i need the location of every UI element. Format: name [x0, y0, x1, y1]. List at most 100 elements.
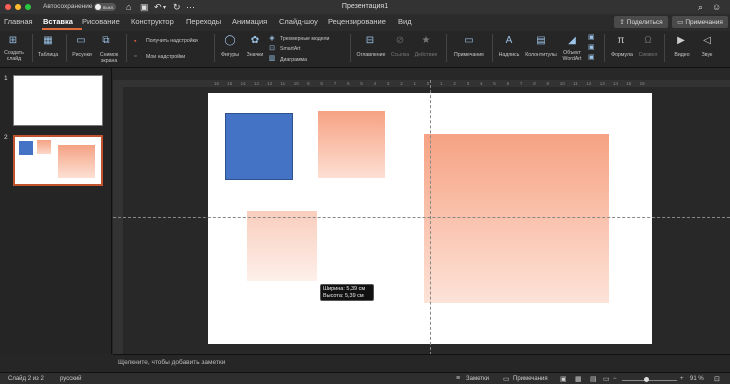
ribbon-separator	[604, 34, 605, 62]
wordart-icon[interactable]: ◢	[564, 35, 580, 47]
toc-button[interactable]: Оглавление	[355, 52, 387, 58]
pictures-button[interactable]: Рисунки	[71, 52, 93, 58]
equation-button[interactable]: Формула	[610, 52, 634, 58]
screenshot-icon[interactable]: ⧉	[98, 35, 114, 47]
ruler-tick-label: 7	[333, 81, 337, 86]
comments-button[interactable]: ▭ Примечания	[672, 16, 728, 28]
large-gradient-shape[interactable]	[424, 134, 609, 303]
notes-toggle[interactable]: Заметки	[466, 376, 489, 382]
notes-placeholder[interactable]: Щелкните, чтобы добавить заметки	[118, 359, 225, 366]
search-icon[interactable]: ⌕	[698, 2, 703, 12]
ruler-tick-label: 14	[613, 81, 619, 86]
comments-toggle[interactable]: Примечания	[513, 376, 548, 382]
comment-insert-button[interactable]: Примечание	[450, 52, 488, 58]
shapes-icon[interactable]: ◯	[222, 35, 238, 47]
language-indicator[interactable]: русский	[60, 376, 82, 382]
slide-thumbnail-2[interactable]	[13, 135, 103, 186]
ruler-tick-label: 7	[519, 81, 523, 86]
ruler-tick-label: 1	[440, 81, 443, 86]
icons-icon[interactable]: ✿	[247, 35, 263, 47]
chart-icon: ▥	[268, 55, 276, 62]
reading-view-icon[interactable]: ▤	[590, 375, 597, 383]
tab-slideshow[interactable]: Слайд-шоу	[279, 17, 318, 26]
new-slide-icon[interactable]: ⊞	[5, 35, 21, 47]
textbox-button[interactable]: Надпись	[496, 52, 522, 58]
shapes-button[interactable]: Фигуры	[219, 52, 241, 58]
horizontal-smart-guide	[113, 217, 730, 218]
ruler-tick-label: 3	[466, 81, 470, 86]
equation-icon[interactable]: π	[613, 35, 629, 47]
get-addins-button[interactable]: Получить надстройки	[146, 38, 198, 44]
tab-view[interactable]: Вид	[398, 17, 412, 26]
header-footer-button[interactable]: Колонтитулы	[524, 52, 558, 58]
chart-button[interactable]: Диаграмма	[280, 57, 307, 63]
share-button[interactable]: ⇪ Поделиться	[614, 16, 668, 28]
gradient-square-shape[interactable]	[318, 111, 385, 178]
toc-icon[interactable]: ⊟	[362, 35, 378, 47]
icons-button[interactable]: Значки	[244, 52, 266, 58]
thumb-large-gradient	[58, 145, 95, 178]
zoom-slider-thumb[interactable]	[644, 377, 649, 382]
tab-home[interactable]: Главная	[4, 17, 33, 26]
slideshow-icon[interactable]: ▭	[603, 375, 610, 383]
dragging-shape-ghost[interactable]	[247, 211, 317, 281]
share-label: Поделиться	[626, 18, 663, 26]
ruler-tick-label: 10	[559, 81, 565, 86]
title-bar: Автосохранение выкл. ⌂ ▣ ↶ ▾ ↻ ⋯ Презент…	[0, 0, 730, 14]
tab-review[interactable]: Рецензирование	[328, 17, 386, 26]
link-button[interactable]: Ссылка	[390, 52, 410, 58]
comment-insert-icon[interactable]: ▭	[461, 35, 477, 47]
video-button[interactable]: Видео	[671, 52, 693, 58]
ruler-tick-label: 13	[599, 81, 605, 86]
normal-view-icon[interactable]: ▣	[560, 375, 567, 383]
wordart-button[interactable]: Объект WordArt	[560, 50, 584, 62]
table-icon[interactable]: ▦	[40, 35, 56, 47]
zoom-in-icon[interactable]: +	[680, 376, 684, 382]
slide-number-2: 2	[4, 134, 8, 141]
tooltip-width: Ширина: 5,39 см	[323, 286, 366, 292]
smartart-button[interactable]: SmartArt	[280, 46, 300, 52]
link-icon[interactable]: ⊘	[392, 35, 408, 47]
ruler-tick-label: 11	[573, 81, 578, 86]
table-button[interactable]: Таблица	[36, 52, 60, 58]
textbox-icon[interactable]: A	[501, 35, 517, 47]
my-addins-icon: ▫	[134, 53, 137, 60]
pictures-icon[interactable]: ▭	[73, 35, 89, 47]
zoom-slider[interactable]	[622, 380, 677, 381]
thumb-blue-square	[19, 141, 33, 155]
ruler-tick-label: 15	[626, 81, 632, 86]
fit-slide-icon[interactable]: ⊡	[714, 375, 720, 383]
action-button[interactable]: Действие	[413, 52, 439, 58]
symbol-icon[interactable]: Ω	[640, 35, 656, 47]
action-icon[interactable]: ★	[418, 35, 434, 47]
screenshot-button[interactable]: Снимок экрана	[96, 52, 122, 64]
symbol-button[interactable]: Символ	[636, 52, 660, 58]
zoom-level[interactable]: 91 %	[690, 376, 704, 382]
ruler-tick-label: 4	[373, 81, 377, 86]
slide-thumbnail-1[interactable]	[13, 75, 103, 126]
ruler-tick-label: 3	[386, 81, 390, 86]
header-footer-icon[interactable]: ▤	[533, 35, 549, 47]
tab-draw[interactable]: Рисование	[82, 17, 120, 26]
audio-button[interactable]: Звук	[697, 52, 717, 58]
zoom-out-icon[interactable]: −	[613, 376, 617, 382]
tab-insert[interactable]: Вставка	[43, 17, 73, 26]
blue-square-shape[interactable]	[225, 113, 293, 180]
ruler-tick-label: 16	[639, 81, 645, 86]
tab-animations[interactable]: Анимация	[232, 17, 267, 26]
slide-sorter-icon[interactable]: ▦	[575, 375, 582, 383]
slide-thumbnails-pane[interactable]: 1 2	[0, 68, 112, 354]
audio-icon[interactable]: ◁	[699, 35, 715, 47]
ribbon-separator	[126, 34, 127, 62]
comments-label: Примечания	[685, 18, 723, 26]
video-icon[interactable]: ▶	[673, 35, 689, 47]
ruler-tick-label: 13	[253, 81, 259, 86]
ruler-tick-label: 0	[426, 81, 430, 86]
my-addins-button[interactable]: Мои надстройки	[146, 54, 185, 60]
new-slide-button[interactable]: Создать слайд	[2, 50, 26, 62]
account-icon[interactable]: ☺	[712, 2, 721, 12]
tab-transitions[interactable]: Переходы	[186, 17, 221, 26]
object-icon[interactable]: ▣	[588, 52, 595, 64]
models3d-button[interactable]: Трехмерные модели	[280, 36, 329, 42]
tab-design[interactable]: Конструктор	[131, 17, 174, 26]
